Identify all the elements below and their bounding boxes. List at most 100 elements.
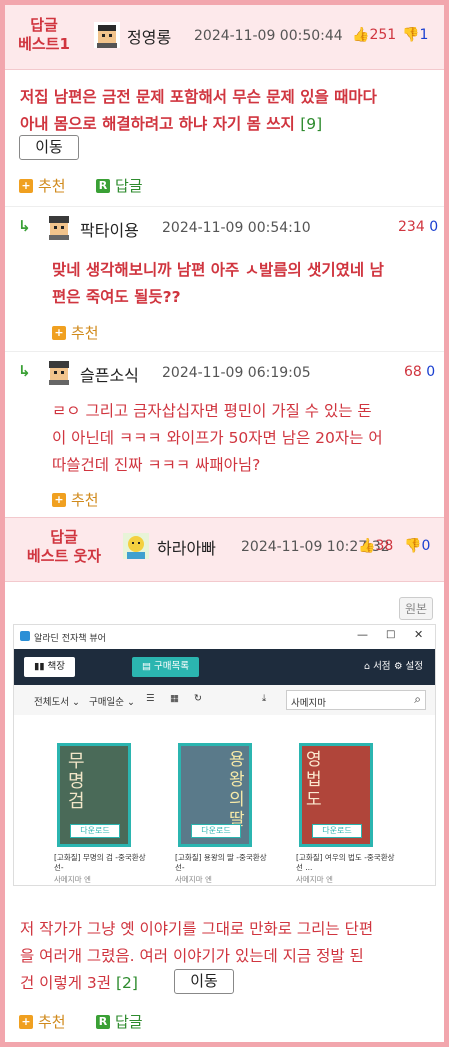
comment-line: 건 이렇게 3권 (20, 974, 112, 992)
post-date: 2024-11-09 00:54:10 (162, 220, 311, 236)
upvote-count: 251 (369, 27, 397, 43)
book-author: 사메지마 엔 (54, 875, 91, 884)
best-label-line2: 베스트 웃자 (26, 547, 102, 565)
author-nickname[interactable]: 정영롱 (127, 24, 171, 48)
book-title[interactable]: [고화질] 무명의 검 -중국환상선- (54, 853, 154, 873)
download-button[interactable]: 다운로드 (70, 824, 120, 838)
vote-counts: 68 0 (404, 364, 435, 380)
avatar[interactable] (123, 533, 149, 559)
plus-icon: + (19, 1014, 33, 1029)
best-label-line2: 베스트1 (18, 35, 70, 53)
avatar[interactable] (46, 359, 72, 385)
cover-title: 용왕의딸 (229, 750, 245, 830)
avatar[interactable] (46, 214, 72, 240)
grid-view-icon[interactable]: ▦ (170, 693, 179, 704)
reply-arrow-icon: ↳ (18, 362, 31, 380)
recommend-label: 추천 (38, 1013, 66, 1031)
book-cover[interactable]: 영법도 다운로드 (299, 743, 373, 847)
filter-all-label: 전체도서 (34, 697, 69, 708)
store-button[interactable]: ⌂ 서점 (364, 657, 391, 677)
minimize-icon[interactable]: — (357, 628, 368, 641)
plus-icon: + (52, 492, 66, 507)
book-author: 사메지마 엔 (175, 875, 212, 884)
tab-purchases-label: 구매목록 (154, 661, 189, 672)
comment-line: 편은 죽여도 될듯?? (52, 288, 181, 306)
recommend-button[interactable]: + 추천 (19, 1011, 66, 1032)
viewer-titlebar: 알라딘 전자책 뷰어 — □ ✕ (14, 625, 435, 649)
upvote-count[interactable]: 234 (398, 219, 425, 235)
search-icon[interactable]: ⌕ (414, 692, 421, 707)
reply-count[interactable]: [2] (116, 974, 138, 992)
close-icon[interactable]: ✕ (414, 628, 423, 641)
maximize-icon[interactable]: □ (386, 629, 395, 640)
window-title: 알라딘 전자책 뷰어 (34, 634, 106, 644)
tab-library[interactable]: ▮▮ 책장 (24, 657, 75, 677)
viewer-filter-bar: 전체도서 ⌄ 구매일순 ⌄ ☰ ▦ ↻ ⤓ 사메지마 ⌕ (14, 685, 435, 715)
reply-button[interactable]: R 답글 (96, 175, 143, 196)
reply-arrow-icon: ↳ (18, 217, 31, 235)
plus-icon: + (52, 325, 66, 340)
author-nickname[interactable]: 팍타이용 (80, 217, 139, 241)
book-cover[interactable]: 용왕의딸 다운로드 (178, 743, 252, 847)
attached-image[interactable]: 알라딘 전자책 뷰어 — □ ✕ ▮▮ 책장 ▤ 구매목록 ⌂ 서점 ⚙ 설정 … (13, 624, 436, 886)
move-button[interactable]: 이동 (19, 135, 79, 160)
recommend-label: 추천 (71, 491, 99, 509)
upvote-count: 38 (375, 538, 394, 554)
thumbs-up-icon: 👍 (358, 538, 376, 554)
reply-label: 답글 (115, 1013, 143, 1031)
settings-button[interactable]: ⚙ 설정 (394, 657, 423, 677)
comment-line: 아내 몸으로 해결하려고 하냐 자기 몸 쓰지 (20, 115, 295, 133)
recommend-button[interactable]: + 추천 (52, 489, 99, 510)
author-nickname[interactable]: 슬픈소식 (80, 362, 139, 386)
divider (5, 351, 444, 352)
tab-purchases[interactable]: ▤ 구매목록 (132, 657, 199, 677)
book-cover[interactable]: 무명검 다운로드 (57, 743, 131, 847)
book-title[interactable]: [고화질] 용왕의 딸 -중국환상선- (175, 853, 275, 873)
refresh-icon[interactable]: ↻ (194, 693, 202, 704)
upvote-button[interactable]: 👍38 (358, 538, 393, 554)
reply-icon: R (96, 1014, 110, 1029)
move-button[interactable]: 이동 (174, 969, 234, 994)
settings-label: 설정 (405, 661, 424, 672)
recommend-button[interactable]: + 추천 (52, 322, 99, 343)
filter-all-dropdown[interactable]: 전체도서 ⌄ (34, 694, 80, 708)
comment-line: 저 작가가 그냥 옛 이야기를 그대로 만화로 그리는 단편 (20, 920, 374, 938)
comment-body: 저집 남편은 금전 문제 포함해서 무슨 문제 있을 때마다 아내 몸으로 해결… (20, 84, 440, 138)
cover-title: 영법도 (306, 750, 322, 810)
recommend-button[interactable]: + 추천 (19, 175, 66, 196)
gear-icon: ⚙ (394, 661, 406, 672)
reply-count[interactable]: [9] (300, 115, 322, 133)
tab-library-label: 책장 (47, 661, 65, 672)
book-title[interactable]: [고화질] 여우의 법도 -중국환상선 ... (296, 853, 396, 873)
post-date: 2024-11-09 00:50:44 (194, 28, 343, 44)
viewer-toolbar: ▮▮ 책장 ▤ 구매목록 ⌂ 서점 ⚙ 설정 (14, 649, 435, 685)
best-label-line1: 답글 (30, 16, 58, 34)
downvote-count[interactable]: 0 (426, 364, 435, 380)
download-button[interactable]: 다운로드 (191, 824, 241, 838)
cart-icon: ▤ (142, 661, 154, 672)
upvote-count[interactable]: 68 (404, 364, 422, 380)
original-image-button[interactable]: 원본 (399, 597, 434, 620)
downvote-count[interactable]: 0 (429, 219, 438, 235)
comment-line: ㄹㅇ 그리고 금자삽십자면 평민이 가질 수 있는 돈 (52, 402, 372, 420)
best-badge: 답글 베스트1 (14, 16, 74, 54)
upvote-button[interactable]: 👍251 (352, 27, 396, 43)
search-input[interactable]: 사메지마 ⌕ (286, 690, 426, 710)
sort-dropdown[interactable]: 구매일순 ⌄ (89, 694, 135, 708)
best-badge: 답글 베스트 웃자 (14, 528, 114, 566)
books-icon: ▮▮ (34, 661, 48, 672)
downvote-button[interactable]: 👎0 (404, 538, 430, 554)
recommend-label: 추천 (71, 324, 99, 342)
author-nickname[interactable]: 하라아빠 (157, 535, 216, 559)
thumbs-down-icon: 👎 (404, 538, 422, 554)
download-icon[interactable]: ⤓ (262, 693, 266, 704)
download-button[interactable]: 다운로드 (312, 824, 362, 838)
reply-icon: R (96, 178, 110, 193)
comment-line: 맞네 생각해보니까 남편 아주 ㅅ발름의 샛기였네 남 (52, 261, 384, 279)
avatar[interactable] (94, 22, 120, 48)
reply-button[interactable]: R 답글 (96, 1011, 143, 1032)
store-label: 서점 (373, 661, 391, 672)
reply-label: 답글 (115, 177, 143, 195)
downvote-button[interactable]: 👎1 (402, 27, 428, 43)
list-view-icon[interactable]: ☰ (146, 693, 155, 704)
